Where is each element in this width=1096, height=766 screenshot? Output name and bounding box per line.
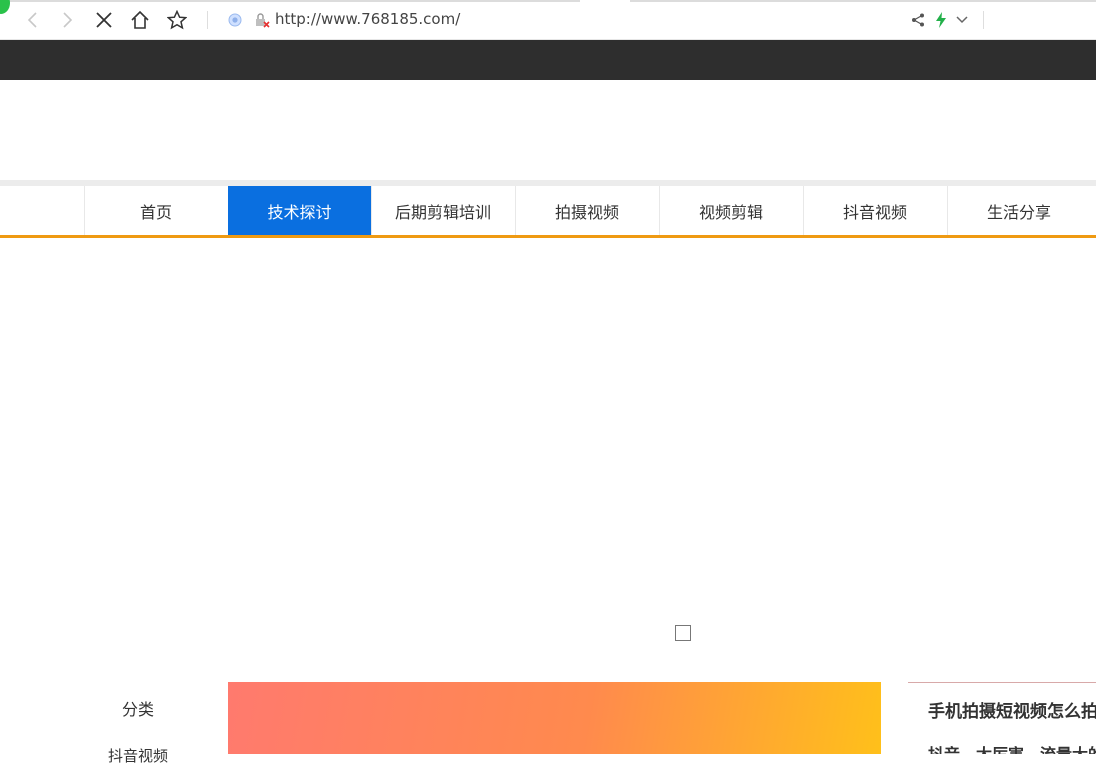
stop-icon[interactable] (92, 8, 116, 32)
article-title[interactable]: 手机拍摄短视频怎么拍 (928, 697, 1096, 722)
shield-icon[interactable] (223, 8, 247, 32)
browser-toolbar: http://www.768185.com/ (0, 0, 1096, 40)
share-icon[interactable] (906, 8, 930, 32)
nav-item-douyin[interactable]: 抖音视频 (803, 186, 946, 235)
main-nav: 首页 技术探讨 后期剪辑培训 拍摄视频 视频剪辑 抖音视频 生活分享 (0, 186, 1096, 235)
address-bar[interactable]: http://www.768185.com/ (275, 10, 460, 28)
insecure-lock-icon[interactable] (250, 8, 274, 32)
article-card[interactable]: 手机拍摄短视频怎么拍 抖音、太厉害，流量大的 (908, 682, 1096, 754)
home-icon[interactable] (128, 8, 152, 32)
image-placeholder-icon (675, 625, 691, 641)
toolbar-separator (207, 11, 208, 29)
nav-item-video-editing[interactable]: 视频剪辑 (659, 186, 802, 235)
category-heading: 分类 (121, 700, 154, 719)
nav-item-editing-training[interactable]: 后期剪辑培训 (371, 186, 514, 235)
nav-item-life[interactable]: 生活分享 (947, 186, 1090, 235)
banner-image[interactable] (228, 682, 881, 754)
category-item[interactable]: 抖音视频 (90, 745, 186, 766)
nav-item-home[interactable]: 首页 (84, 186, 227, 235)
nav-item-shooting[interactable]: 拍摄视频 (515, 186, 658, 235)
back-icon[interactable] (21, 8, 45, 32)
nav-item-tech[interactable]: 技术探讨 (228, 186, 371, 235)
loading-indicator-icon (0, 0, 10, 14)
star-icon[interactable] (165, 8, 189, 32)
forward-icon[interactable] (55, 8, 79, 32)
nav-underline (0, 235, 1096, 238)
toolbar-separator (983, 11, 984, 29)
site-top-bar (0, 40, 1096, 80)
article-tags: 抖音、太厉害，流量大的 (928, 741, 1096, 754)
chevron-down-icon[interactable] (950, 8, 974, 32)
tab-strip-edge (0, 0, 1096, 2)
